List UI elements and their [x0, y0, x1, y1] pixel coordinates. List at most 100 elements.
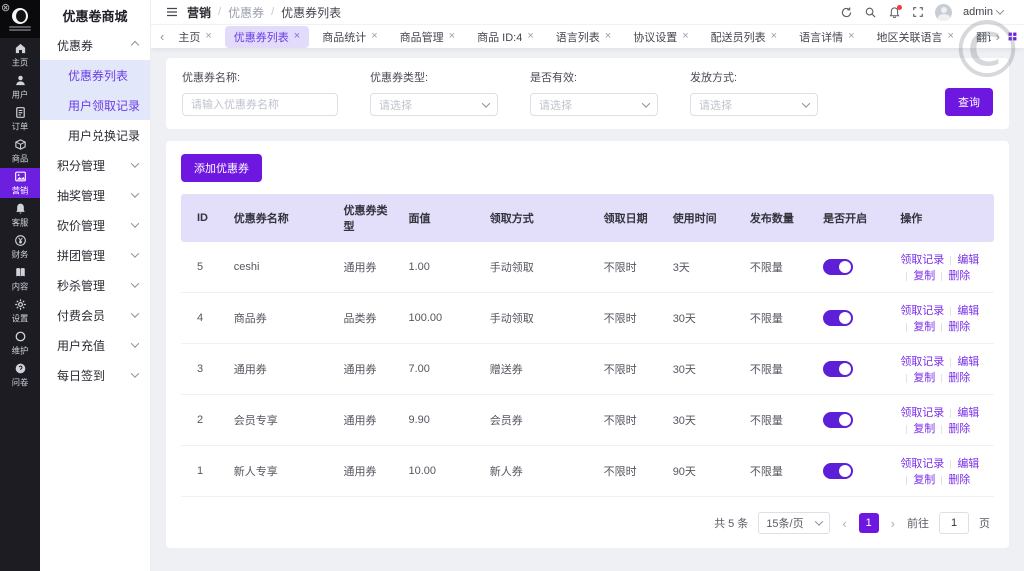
tab[interactable]: 地区关联语言 ×: [868, 26, 963, 48]
sidebar-sub-item[interactable]: 用户领取记录: [40, 90, 150, 120]
rail-item-settings[interactable]: 设置: [0, 296, 40, 326]
page-number-current[interactable]: 1: [858, 513, 879, 533]
action-delete[interactable]: 删除: [948, 474, 970, 486]
tab-label: 配送员列表: [710, 31, 766, 44]
tab-label: 商品管理: [399, 31, 444, 44]
action-delete[interactable]: 删除: [948, 423, 970, 435]
enable-toggle[interactable]: [823, 310, 854, 326]
rail-item-maintenance[interactable]: 维护: [0, 328, 40, 358]
tab[interactable]: 商品管理 ×: [391, 26, 464, 48]
sidebar-sub-item[interactable]: 用户兑换记录: [40, 120, 150, 150]
action-edit[interactable]: 编辑: [957, 254, 979, 266]
sidebar-group[interactable]: 用户充值: [40, 330, 150, 360]
tab[interactable]: 语言列表 ×: [547, 26, 620, 48]
notification-bell-icon[interactable]: [888, 4, 903, 19]
sidebar-group[interactable]: 每日签到: [40, 360, 150, 390]
tab[interactable]: 配送员列表 ×: [702, 26, 786, 48]
rail-item-user[interactable]: 用户: [0, 72, 40, 102]
user-menu[interactable]: admin: [963, 6, 1005, 18]
sidebar-group[interactable]: 秒杀管理: [40, 270, 150, 300]
tab-close-icon[interactable]: ×: [527, 31, 533, 42]
rail-item-marketing[interactable]: 营销: [0, 168, 40, 198]
search-button[interactable]: 查询: [945, 88, 993, 116]
tab-close-icon[interactable]: ×: [948, 31, 954, 42]
tab-options-grid-icon[interactable]: [1005, 31, 1020, 42]
tabs-scroll-left-icon[interactable]: ‹: [155, 30, 169, 43]
action-edit[interactable]: 编辑: [957, 407, 979, 419]
refresh-icon[interactable]: [840, 6, 853, 19]
tab-close-icon[interactable]: ×: [682, 31, 688, 42]
cell-usage-time: 90天: [664, 445, 742, 497]
user-avatar[interactable]: [935, 3, 953, 21]
sidebar-group[interactable]: 抽奖管理: [40, 180, 150, 210]
tab[interactable]: 主页 ×: [169, 26, 220, 48]
action-records[interactable]: 领取记录: [900, 356, 944, 368]
goto-page-input[interactable]: [939, 512, 969, 534]
rail-item-home[interactable]: 主页: [0, 40, 40, 70]
tab-label: 商品统计: [322, 31, 367, 44]
action-records[interactable]: 领取记录: [900, 305, 944, 317]
rail-item-support[interactable]: 客服: [0, 200, 40, 230]
action-copy[interactable]: 复制: [913, 372, 935, 384]
rail-item-order[interactable]: 订单: [0, 104, 40, 134]
tab-close-icon[interactable]: ×: [449, 31, 455, 42]
action-copy[interactable]: 复制: [913, 474, 935, 486]
tab[interactable]: 语言详情 ×: [790, 26, 863, 48]
menu-collapse-icon[interactable]: [165, 5, 179, 19]
tab[interactable]: 优惠券列表 ×: [224, 25, 310, 48]
tab-close-icon[interactable]: ×: [205, 31, 211, 42]
enable-toggle[interactable]: [823, 463, 854, 479]
sidebar-group[interactable]: 付费会员: [40, 300, 150, 330]
tab-close-icon[interactable]: ×: [371, 31, 377, 42]
breadcrumb-parent[interactable]: 优惠券: [228, 4, 264, 21]
rail-item-content[interactable]: 内容: [0, 264, 40, 294]
sidebar-group[interactable]: 砍价管理: [40, 210, 150, 240]
tab-close-icon[interactable]: ×: [605, 31, 611, 42]
add-coupon-button[interactable]: 添加优惠券: [181, 154, 262, 182]
prev-page-icon[interactable]: ‹: [840, 516, 848, 531]
action-records[interactable]: 领取记录: [900, 407, 944, 419]
rail-item-finance[interactable]: 财务: [0, 232, 40, 262]
table-row: 3 通用券 通用券 7.00 赠送券 不限时 30天 不限量 领取记录 编辑复制 删…: [181, 343, 994, 395]
validity-select[interactable]: 请选择: [530, 93, 658, 116]
rail-item-goods[interactable]: 商品: [0, 136, 40, 166]
action-records[interactable]: 领取记录: [900, 254, 944, 266]
tabs-scroll-right-icon[interactable]: ›: [991, 30, 1005, 43]
search-icon[interactable]: [864, 6, 877, 19]
tab-close-icon[interactable]: ×: [771, 31, 777, 42]
chevron-down-icon: [815, 517, 824, 526]
tab[interactable]: 商品统计 ×: [313, 26, 386, 48]
action-edit[interactable]: 编辑: [957, 305, 979, 317]
tab[interactable]: 商品 ID:4 ×: [468, 26, 543, 48]
column-header: 使用时间: [664, 194, 742, 242]
breadcrumb-root[interactable]: 营销: [187, 4, 211, 21]
action-edit[interactable]: 编辑: [957, 356, 979, 368]
issue-method-select[interactable]: 请选择: [690, 93, 818, 116]
coupon-type-select[interactable]: 请选择: [370, 93, 498, 116]
fullscreen-icon[interactable]: [912, 6, 924, 18]
action-delete[interactable]: 删除: [948, 270, 970, 282]
coupon-name-input[interactable]: [182, 93, 338, 116]
rail-item-survey[interactable]: 问卷: [0, 360, 40, 390]
action-delete[interactable]: 删除: [948, 372, 970, 384]
sidebar-group[interactable]: 积分管理: [40, 150, 150, 180]
tab-close-icon[interactable]: ×: [848, 31, 854, 42]
tab[interactable]: 协议设置 ×: [624, 26, 697, 48]
action-edit[interactable]: 编辑: [957, 458, 979, 470]
next-page-icon[interactable]: ›: [889, 516, 897, 531]
tab[interactable]: 翻译配置 ×: [967, 26, 991, 48]
action-copy[interactable]: 复制: [913, 423, 935, 435]
action-copy[interactable]: 复制: [913, 270, 935, 282]
sidebar-sub-item[interactable]: 优惠券列表: [40, 60, 150, 90]
action-copy[interactable]: 复制: [913, 321, 935, 333]
enable-toggle[interactable]: [823, 412, 854, 428]
cell-coupon-name: 通用券: [225, 343, 336, 395]
page-size-select[interactable]: 15条/页: [758, 512, 831, 534]
enable-toggle[interactable]: [823, 361, 854, 377]
enable-toggle[interactable]: [823, 259, 854, 275]
sidebar-group-coupon[interactable]: 优惠券: [40, 30, 150, 60]
sidebar-group[interactable]: 拼团管理: [40, 240, 150, 270]
action-records[interactable]: 领取记录: [900, 458, 944, 470]
tab-close-icon[interactable]: ×: [294, 31, 300, 42]
action-delete[interactable]: 删除: [948, 321, 970, 333]
